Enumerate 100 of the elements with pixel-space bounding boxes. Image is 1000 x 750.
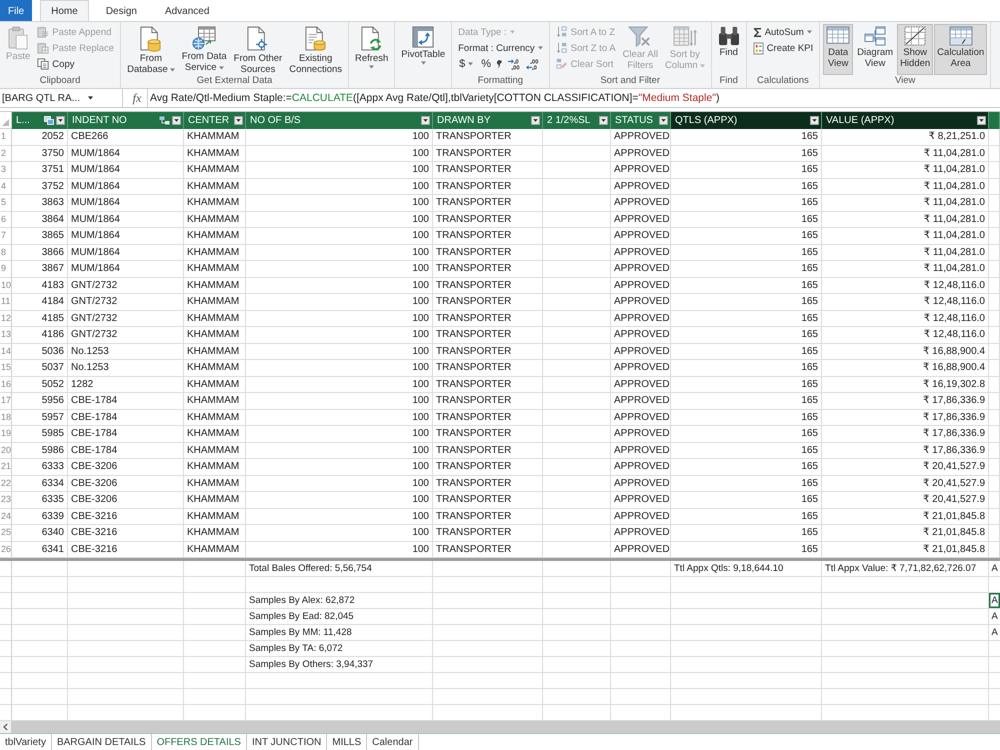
empty-cell: [543, 146, 611, 162]
table-cell: 165: [671, 508, 822, 525]
format-dropdown[interactable]: Format : Currency: [455, 40, 546, 56]
table-cell: TRANSPORTER: [433, 294, 543, 310]
existing-connections-button[interactable]: Existing Connections: [286, 24, 346, 75]
table-cell: 100: [246, 195, 433, 212]
decrease-decimal-icon[interactable]: [525, 58, 540, 70]
table-cell: MUM/1864: [68, 228, 184, 244]
empty-cell: [543, 689, 611, 705]
table-cell: 100: [246, 310, 433, 327]
table-cell: 100: [246, 476, 433, 492]
percent-button[interactable]: %: [479, 56, 494, 72]
diagram-icon: [864, 26, 886, 46]
selected-cell[interactable]: A: [989, 593, 1000, 609]
copy-icon: [37, 58, 50, 70]
currency-button[interactable]: $: [457, 56, 476, 72]
file-tab[interactable]: File: [0, 0, 32, 21]
caret-icon: [700, 64, 705, 68]
show-hidden-button[interactable]: Show Hidden: [897, 24, 934, 75]
create-kpi-button[interactable]: Create KPI: [750, 40, 816, 56]
empty-cell: [543, 673, 611, 689]
dropdown-icon[interactable]: [977, 116, 986, 125]
dropdown-icon[interactable]: [56, 116, 65, 125]
pivot-table-button[interactable]: PivotTable: [398, 24, 448, 75]
empty-cell: [12, 657, 68, 673]
table-cell: APPROVED: [611, 146, 671, 162]
caret-icon: [170, 68, 175, 72]
comma-style-icon[interactable]: [497, 59, 504, 69]
row-number: 4: [0, 178, 12, 195]
row-number: 18: [0, 410, 12, 426]
dropdown-icon[interactable]: [659, 116, 668, 125]
empty-cell: [543, 244, 611, 261]
table-cell: ₹ 20,41,527.9: [822, 492, 989, 508]
empty-cell: [989, 228, 1000, 244]
row-number: 6: [0, 212, 12, 228]
copy-button[interactable]: Copy: [34, 56, 118, 72]
table-cell: KHAMMAM: [184, 360, 246, 376]
table-cell: APPROVED: [611, 310, 671, 327]
empty-cell: [543, 178, 611, 195]
calculation-area-button[interactable]: Calculation Area: [934, 24, 988, 75]
row-number: 12: [0, 310, 12, 327]
empty-cell: [184, 673, 246, 689]
diagram-view-button[interactable]: Diagram View: [854, 24, 896, 75]
dropdown-icon[interactable]: [234, 116, 243, 125]
autosum-button[interactable]: AutoSum: [750, 24, 816, 40]
table-cell: 100: [246, 212, 433, 228]
increase-decimal-icon[interactable]: [507, 58, 522, 70]
empty-cell: [989, 178, 1000, 195]
row-number: 25: [0, 525, 12, 542]
dropdown-icon[interactable]: [421, 116, 430, 125]
function-button[interactable]: fx: [127, 90, 147, 106]
measure-cell: A: [989, 625, 1000, 641]
table-cell: 165: [671, 244, 822, 261]
formula-field[interactable]: Avg Rate/Qtl-Medium Staple:=CALCULATE([Appx Avg Rate/Qtl],tblVariety[COTTON CLASSIFICATION]="Medium Staple"): [147, 89, 1000, 107]
table-cell: MUM/1864: [68, 178, 184, 195]
table-cell: 100: [246, 459, 433, 476]
refresh-icon: [361, 26, 382, 52]
dropdown-icon[interactable]: [599, 116, 608, 125]
scroll-left-icon[interactable]: [3, 723, 8, 731]
empty-cell: [611, 561, 671, 577]
data-view-button[interactable]: Data View: [823, 24, 854, 75]
column-header[interactable]: QTLS (APPX): [671, 112, 822, 129]
column-header[interactable]: DRAWN BY: [433, 112, 543, 129]
ribbon-tab[interactable]: Advanced: [154, 0, 220, 21]
table-link-icon: [44, 116, 54, 125]
dropdown-icon[interactable]: [810, 116, 819, 125]
table-cell: CBE-3216: [68, 525, 184, 542]
empty-cell: [0, 577, 12, 593]
column-header[interactable]: CENTER: [184, 112, 246, 129]
table-cell: KHAMMAM: [184, 327, 246, 344]
dropdown-icon[interactable]: [172, 116, 181, 125]
hidden-grid-icon: [904, 26, 926, 46]
column-header[interactable]: VALUE (APPX): [822, 112, 989, 129]
empty-cell: [989, 327, 1000, 344]
table-cell: APPROVED: [611, 442, 671, 459]
from-data-service-button[interactable]: From Data Service: [178, 24, 230, 75]
empty-cell: [0, 625, 12, 641]
from-database-button[interactable]: From Database: [124, 24, 178, 75]
name-box[interactable]: [BARG QTL RA...: [0, 89, 123, 107]
table-cell: KHAMMAM: [184, 344, 246, 360]
dropdown-icon[interactable]: [531, 116, 540, 125]
from-other-sources-button[interactable]: From Other Sources: [230, 24, 286, 75]
refresh-button[interactable]: Refresh: [352, 24, 392, 75]
column-header[interactable]: 2 1/2%SL: [543, 112, 611, 129]
table-cell: ₹ 16,88,900.4: [822, 360, 989, 376]
column-header[interactable]: INDENT NO: [68, 112, 184, 129]
scrollbar-thumb[interactable]: [11, 721, 1000, 733]
column-header[interactable]: L...: [12, 112, 68, 129]
ribbon-tab[interactable]: Home: [40, 0, 89, 21]
column-header[interactable]: NO OF B/S: [246, 112, 433, 129]
empty-cell: [989, 492, 1000, 508]
table-cell: TRANSPORTER: [433, 492, 543, 508]
ribbon-tab[interactable]: Design: [94, 0, 148, 21]
empty-cell: [989, 195, 1000, 212]
table-cell: 5037: [12, 360, 68, 376]
find-button[interactable]: Find: [714, 24, 743, 75]
empty-cell: [989, 525, 1000, 542]
column-header[interactable]: STATUS: [611, 112, 671, 129]
sort-descending-icon: [556, 42, 568, 54]
empty-cell: [543, 641, 611, 657]
